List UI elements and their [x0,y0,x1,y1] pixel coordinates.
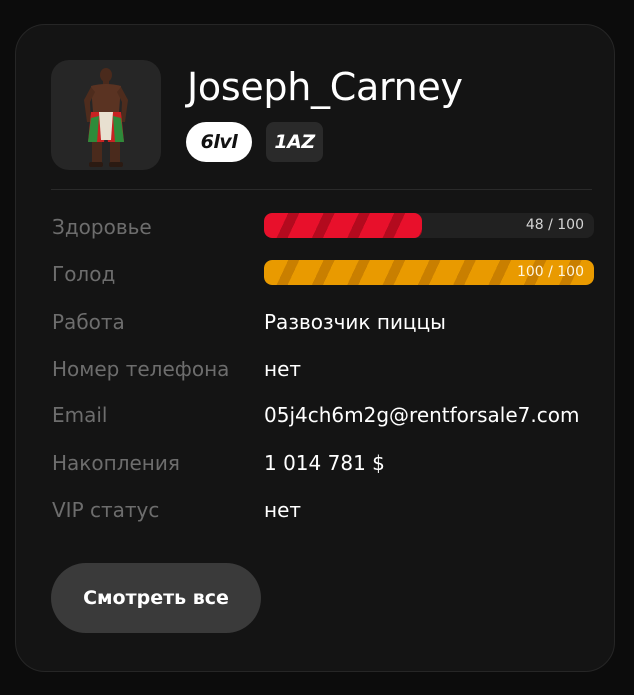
vip-status-value: нет [264,498,302,522]
hunger-bar: 100 / 100 [264,260,594,285]
savings-label: Накопления [52,451,180,475]
organization-badge: 1AZ [266,122,323,162]
health-bar-fill [264,213,423,238]
hunger-value: 100 / 100 [516,264,584,280]
job-value: Развозчик пиццы [264,310,446,334]
health-label: Здоровье [52,215,152,239]
profile-card: Joseph_Carney 6lvl 1AZ Здоровье 48 / 100… [15,24,615,672]
vip-status-label: VIP статус [52,498,160,522]
health-value: 48 / 100 [525,217,584,233]
email-value: 05j4ch6m2g@rentforsale7.com [264,403,580,427]
username: Joseph_Carney [187,65,463,109]
email-label: Email [52,403,108,427]
level-badge: 6lvl [186,122,252,162]
header-divider [51,189,592,190]
character-avatar-icon [51,60,161,170]
view-all-button[interactable]: Смотреть все [51,563,261,633]
phone-label: Номер телефона [52,357,230,381]
job-label: Работа [52,310,125,334]
hunger-label: Голод [52,262,116,286]
phone-value: нет [264,357,302,381]
savings-value: 1 014 781 $ [264,451,385,475]
health-bar: 48 / 100 [264,213,594,238]
